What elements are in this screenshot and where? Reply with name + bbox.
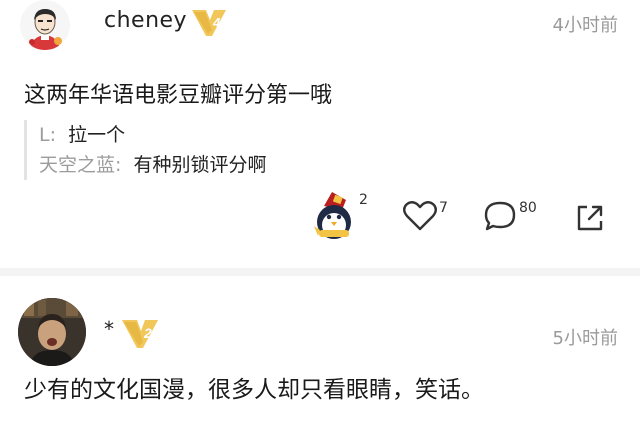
level-badge-icon: 4	[192, 10, 226, 36]
reply-author[interactable]: 天空之蓝:	[39, 154, 121, 176]
level-badge-icon: 2	[122, 320, 158, 348]
like-count: 7	[439, 200, 448, 216]
penguin-mascot-icon	[314, 192, 351, 239]
comment-text: 少有的文化国漫，很多人却只看眼睛，笑话。	[24, 377, 484, 403]
reward-count: 2	[359, 192, 368, 208]
avatar[interactable]	[20, 0, 70, 50]
heart-icon	[403, 201, 437, 231]
username[interactable]: *	[104, 317, 115, 341]
comment-bubble-icon	[484, 201, 516, 231]
like-button[interactable]: 7	[402, 198, 448, 234]
reply-text: 有种别锁评分啊	[133, 154, 267, 176]
reward-button[interactable]: 2	[312, 190, 368, 242]
comment-post-2: * 2 5小时前 少有的文化国漫，很多人却只看眼睛，笑话。	[0, 276, 640, 428]
reply-text: 拉一个	[68, 124, 126, 146]
share-icon	[577, 205, 603, 231]
comment-count: 80	[519, 200, 537, 216]
avatar-photo	[18, 298, 86, 366]
timestamp: 4小时前	[552, 15, 618, 36]
avatar[interactable]	[18, 298, 86, 366]
avatar-cartoon	[20, 0, 70, 50]
reply-line: 天空之蓝: 有种别锁评分啊	[39, 150, 599, 180]
comment-text: 这两年华语电影豆瓣评分第一哦	[24, 83, 333, 108]
comment-post-1: cheney 4 4小时前 这两年华语电影豆瓣评分第一哦 L: 拉一个 天空之蓝…	[0, 0, 640, 268]
reply-author[interactable]: L:	[39, 124, 56, 146]
comment-button[interactable]: 80	[482, 198, 537, 234]
post-divider	[0, 268, 640, 276]
reply-preview[interactable]: L: 拉一个 天空之蓝: 有种别锁评分啊	[24, 120, 599, 180]
share-button[interactable]	[574, 202, 606, 234]
level-number: 4	[212, 15, 221, 30]
action-bar: 2 7 80	[0, 192, 640, 244]
reply-line: L: 拉一个	[39, 120, 599, 150]
username[interactable]: cheney	[104, 8, 187, 33]
timestamp: 5小时前	[552, 328, 618, 349]
level-number: 2	[143, 325, 152, 341]
